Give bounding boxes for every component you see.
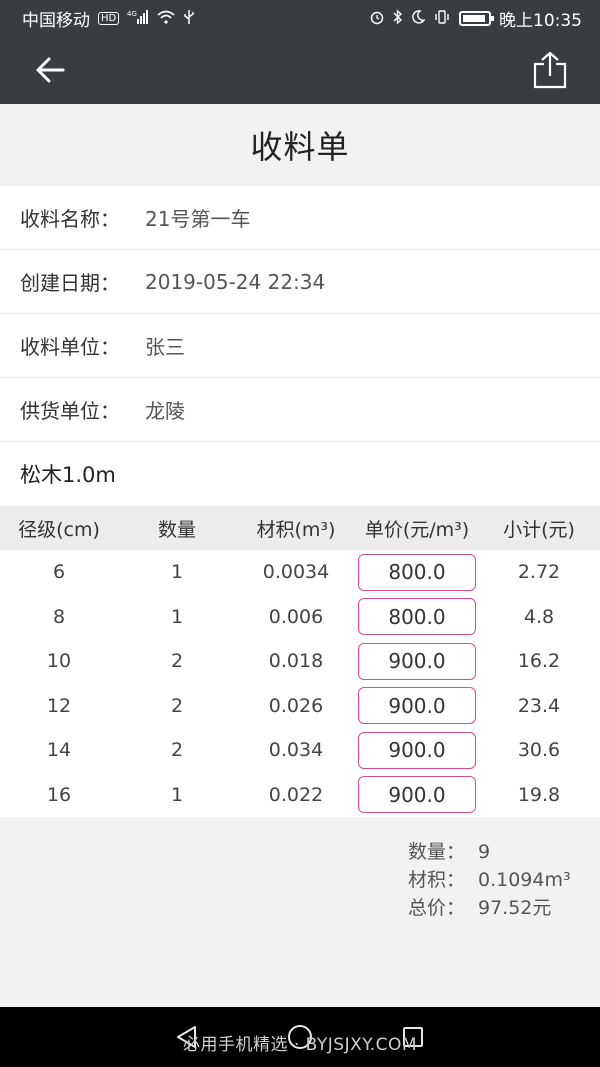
- cell-price: 900.0: [356, 731, 478, 769]
- bluetooth-icon: [393, 8, 403, 28]
- cell-quantity: 1: [170, 561, 184, 584]
- cell-volume: 0.006: [268, 605, 324, 628]
- price-input[interactable]: 900.0: [358, 731, 476, 769]
- usb-icon: [183, 9, 195, 28]
- cell-quantity: 2: [170, 650, 184, 673]
- share-button[interactable]: [530, 50, 570, 90]
- table-row: 14 2 0.034 900.0 30.6: [0, 728, 600, 773]
- info-value: 2019-05-24 22:34: [145, 269, 326, 294]
- summary: 数量： 9 材积： 0.1094m³ 总价： 97.52元: [408, 838, 571, 922]
- table-header: 径级(cm) 数量 材积(m³) 单价(元/m³) 小计(元): [0, 506, 600, 550]
- moon-icon: [411, 9, 426, 27]
- cell-diameter: 10: [46, 650, 72, 673]
- info-label: 收料单位：: [20, 335, 120, 359]
- info-value: 张三: [145, 335, 185, 359]
- status-time: 晚上10:35: [499, 10, 582, 31]
- section-title: 松木1.0m: [0, 442, 600, 506]
- info-label: 创建日期：: [20, 271, 120, 295]
- cell-subtotal: 23.4: [517, 694, 561, 717]
- cell-subtotal: 16.2: [517, 650, 561, 673]
- info-label: 供货单位：: [20, 399, 120, 423]
- info-row-name: 收料名称： 21号第一车: [0, 186, 600, 250]
- title-area: 收料单: [0, 104, 600, 186]
- column-header-subtotal: 小计(元): [503, 518, 575, 541]
- cell-price: 900.0: [356, 776, 478, 814]
- cell-quantity: 1: [170, 605, 184, 628]
- status-bar: 中国移动 HD 4G 晚上10:35: [0, 0, 600, 36]
- summary-volume-label: 材积：: [408, 869, 466, 891]
- cell-subtotal: 2.72: [517, 561, 561, 584]
- info-row-date: 创建日期： 2019-05-24 22:34: [0, 250, 600, 314]
- table-row: 10 2 0.018 900.0 16.2: [0, 639, 600, 684]
- cell-diameter: 8: [52, 605, 66, 628]
- back-button[interactable]: [30, 50, 70, 90]
- table-row: 6 1 0.0034 800.0 2.72: [0, 550, 600, 595]
- column-header-quantity: 数量: [157, 518, 196, 541]
- status-right: 晚上10:35: [369, 6, 582, 31]
- battery-icon: [459, 10, 494, 26]
- battery-level: [463, 14, 485, 22]
- network-type: 4G: [127, 10, 137, 18]
- watermark-text: 必用手机精选 · BYJSJXY.COM: [182, 1035, 418, 1055]
- summary-quantity-value: 9: [478, 841, 491, 863]
- price-input[interactable]: 900.0: [358, 776, 476, 814]
- signal-icon: 4G: [127, 9, 149, 27]
- cell-volume: 0.0034: [262, 561, 330, 584]
- cell-subtotal: 30.6: [517, 739, 561, 762]
- table-body: 6 1 0.0034 800.0 2.72 8 1 0.006 800.0 4.…: [0, 550, 600, 817]
- summary-volume: 材积： 0.1094m³: [408, 866, 571, 894]
- price-input[interactable]: 900.0: [358, 687, 476, 725]
- summary-total-value: 97.52元: [478, 897, 552, 919]
- table-row: 16 1 0.022 900.0 19.8: [0, 773, 600, 818]
- summary-volume-value: 0.1094m³: [478, 869, 571, 891]
- app-bar: [0, 36, 600, 104]
- cell-price: 800.0: [356, 553, 478, 591]
- column-header-volume: 材积(m³): [256, 518, 336, 541]
- table-row: 8 1 0.006 800.0 4.8: [0, 595, 600, 640]
- hd-badge: HD: [98, 11, 120, 25]
- summary-total-label: 总价：: [408, 897, 466, 919]
- info-row-supplier: 供货单位： 龙陵: [0, 378, 600, 442]
- alarm-icon: [369, 9, 385, 28]
- price-input[interactable]: 800.0: [358, 598, 476, 636]
- info-list: 收料名称： 21号第一车 创建日期： 2019-05-24 22:34 收料单位…: [0, 186, 600, 442]
- summary-quantity: 数量： 9: [408, 838, 571, 866]
- summary-quantity-label: 数量：: [408, 841, 466, 863]
- info-value: 21号第一车: [145, 207, 251, 231]
- status-left: 中国移动 HD 4G: [22, 6, 195, 31]
- column-header-price: 单价(元/m³): [364, 518, 470, 541]
- cell-volume: 0.034: [268, 739, 324, 762]
- cell-volume: 0.022: [268, 783, 324, 806]
- cell-diameter: 14: [46, 739, 72, 762]
- summary-total: 总价： 97.52元: [408, 894, 571, 922]
- column-header-diameter: 径级(cm): [18, 518, 100, 541]
- cell-quantity: 2: [170, 694, 184, 717]
- price-input[interactable]: 800.0: [358, 553, 476, 591]
- arrow-left-icon: [36, 57, 65, 83]
- cell-diameter: 12: [46, 694, 72, 717]
- cell-diameter: 6: [52, 561, 66, 584]
- cell-subtotal: 4.8: [523, 605, 555, 628]
- page-title: 收料单: [250, 128, 350, 166]
- cell-volume: 0.026: [268, 694, 324, 717]
- cell-quantity: 2: [170, 739, 184, 762]
- cell-diameter: 16: [46, 783, 72, 806]
- share-icon: [533, 51, 567, 89]
- cell-subtotal: 19.8: [517, 783, 561, 806]
- carrier-name: 中国移动: [22, 10, 90, 31]
- table-row: 12 2 0.026 900.0 23.4: [0, 684, 600, 729]
- cell-price: 800.0: [356, 598, 478, 636]
- cell-volume: 0.018: [268, 650, 324, 673]
- cell-price: 900.0: [356, 642, 478, 680]
- cell-price: 900.0: [356, 687, 478, 725]
- info-row-receiver: 收料单位： 张三: [0, 314, 600, 378]
- vibrate-icon: [433, 9, 451, 27]
- cell-quantity: 1: [170, 783, 184, 806]
- wifi-icon: [157, 10, 175, 27]
- info-label: 收料名称：: [20, 207, 120, 231]
- price-input[interactable]: 900.0: [358, 642, 476, 680]
- info-value: 龙陵: [145, 399, 185, 423]
